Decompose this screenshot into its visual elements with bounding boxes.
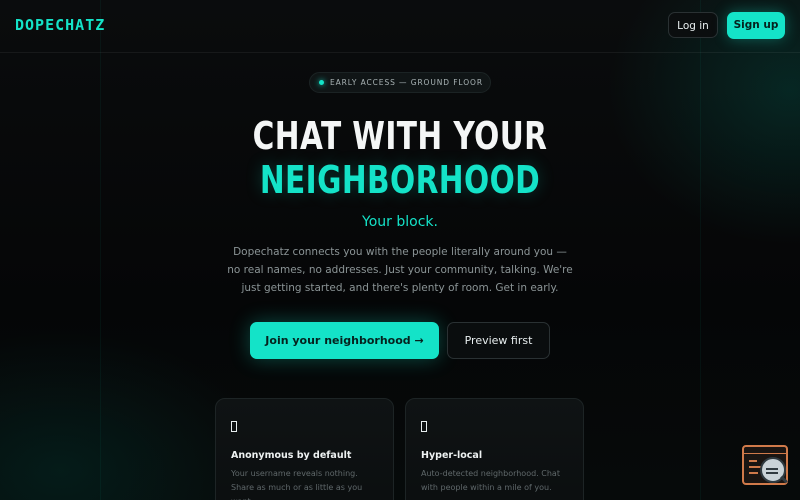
- background-grid-line: [700, 0, 701, 500]
- feature-card-hyper-local: Hyper-local Auto-detected neighborhood. …: [405, 398, 584, 500]
- square-glyph-icon: [231, 421, 237, 432]
- feature-title: Anonymous by default: [231, 450, 352, 461]
- feature-title: Hyper-local: [421, 450, 483, 461]
- logo[interactable]: DOPECHATZ: [15, 16, 105, 34]
- widget-line: [749, 472, 758, 474]
- preview-first-button[interactable]: Preview first: [447, 322, 550, 359]
- landing-page: DOPECHATZ Log in Sign up EARLY ACCESS — …: [0, 0, 800, 500]
- square-glyph-icon: [421, 421, 427, 432]
- signup-button[interactable]: Sign up: [727, 12, 785, 39]
- hero-description: Dopechatz connects you with the people l…: [227, 246, 573, 294]
- widget-line: [749, 460, 757, 462]
- early-access-badge: EARLY ACCESS — GROUND FLOOR: [309, 72, 491, 93]
- background-grid-line: [100, 0, 101, 500]
- top-nav: DOPECHATZ Log in Sign up: [0, 0, 800, 53]
- feature-card-anonymous: Anonymous by default Your username revea…: [215, 398, 394, 500]
- hero-tagline: Your block.: [362, 214, 438, 230]
- feature-text: Auto-detected neighborhood. Chat with pe…: [421, 469, 560, 492]
- widget-titlebar: [744, 447, 786, 454]
- feature-text: Your username reveals nothing. Share as …: [231, 469, 363, 500]
- login-button[interactable]: Log in: [668, 12, 718, 38]
- hero-title-line1: CHAT WITH YOUR: [252, 114, 548, 158]
- badge-label: EARLY ACCESS — GROUND FLOOR: [330, 78, 483, 87]
- status-dot-icon: [319, 80, 324, 85]
- hero-title-line2: NEIGHBORHOOD: [259, 158, 541, 202]
- join-neighborhood-button[interactable]: Join your neighborhood →: [250, 322, 439, 359]
